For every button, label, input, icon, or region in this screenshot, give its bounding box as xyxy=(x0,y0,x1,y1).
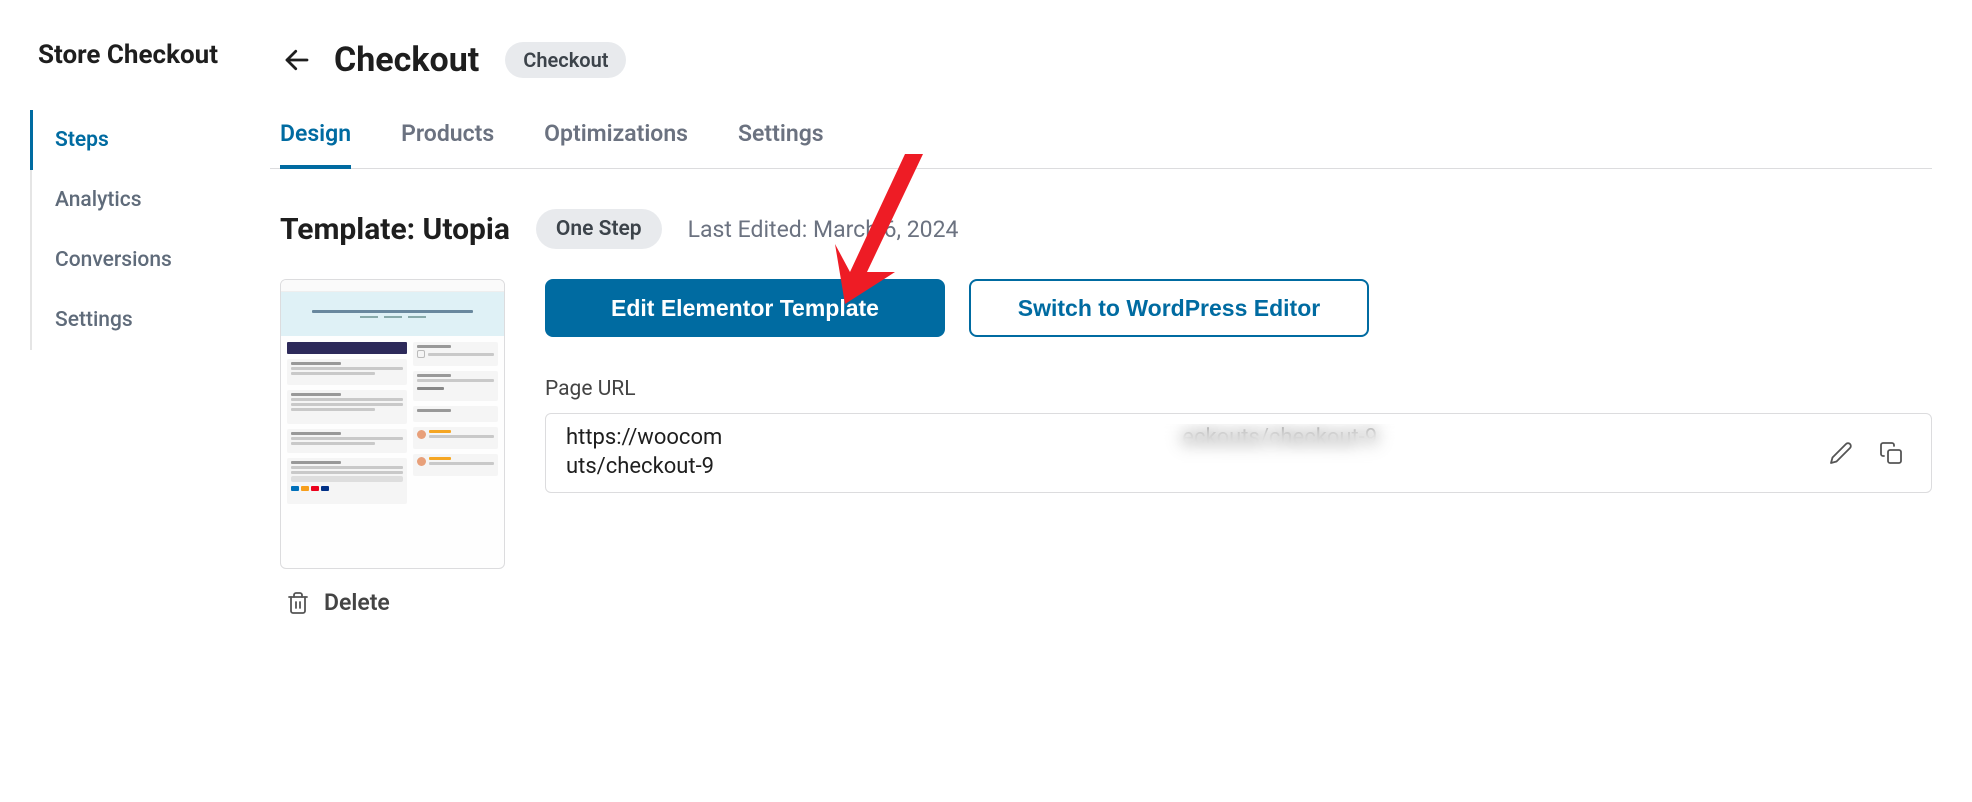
tab-design[interactable]: Design xyxy=(280,120,351,169)
template-name: Template: Utopia xyxy=(280,212,510,247)
trash-icon xyxy=(286,590,310,616)
main-content: Checkout Checkout Design Products Optimi… xyxy=(270,0,1972,802)
copy-icon xyxy=(1879,440,1903,466)
layout-pill: One Step xyxy=(536,209,662,249)
tab-settings[interactable]: Settings xyxy=(738,120,824,169)
copy-url-button[interactable] xyxy=(1871,433,1911,473)
back-button[interactable] xyxy=(280,43,314,77)
sidebar-item-analytics[interactable]: Analytics xyxy=(30,170,270,230)
sidebar-item-settings[interactable]: Settings xyxy=(30,290,270,350)
template-info-row: Template: Utopia One Step Last Edited: M… xyxy=(270,209,1932,249)
page-url-box: https://woocomeckouts/checkout-9 uts/che… xyxy=(545,413,1932,493)
page-header: Checkout Checkout xyxy=(270,40,1932,80)
step-type-badge: Checkout xyxy=(505,42,626,78)
button-row: Edit Elementor Template Switch to WordPr… xyxy=(545,279,1932,337)
page-title: Checkout xyxy=(334,40,479,80)
page-url-text: https://woocomeckouts/checkout-9 uts/che… xyxy=(566,424,1811,482)
tab-products[interactable]: Products xyxy=(401,120,494,169)
delete-label: Delete xyxy=(324,589,390,616)
sidebar-nav: Steps Analytics Conversions Settings xyxy=(30,110,270,350)
sidebar-item-steps[interactable]: Steps xyxy=(30,110,270,170)
template-thumbnail[interactable] xyxy=(280,279,505,569)
edit-url-button[interactable] xyxy=(1821,433,1861,473)
template-preview-column: Delete xyxy=(280,279,505,616)
sidebar: Store Checkout Steps Analytics Conversio… xyxy=(0,0,270,802)
page-url-label: Page URL xyxy=(545,377,1932,401)
delete-button[interactable]: Delete xyxy=(280,589,505,616)
edit-elementor-button[interactable]: Edit Elementor Template xyxy=(545,279,945,337)
pencil-icon xyxy=(1829,441,1853,465)
sidebar-title: Store Checkout xyxy=(30,40,270,70)
page-url-section: Page URL https://woocomeckouts/checkout-… xyxy=(545,377,1932,493)
tab-optimizations[interactable]: Optimizations xyxy=(544,120,688,169)
switch-wordpress-button[interactable]: Switch to WordPress Editor xyxy=(969,279,1369,337)
sidebar-item-conversions[interactable]: Conversions xyxy=(30,230,270,290)
content-grid: Delete Edit Elementor Template Switch to… xyxy=(270,279,1932,616)
url-redaction xyxy=(721,424,1761,482)
last-edited: Last Edited: March 6, 2024 xyxy=(688,216,959,243)
template-actions-column: Edit Elementor Template Switch to WordPr… xyxy=(545,279,1932,493)
arrow-left-icon xyxy=(282,45,312,75)
tabs: Design Products Optimizations Settings xyxy=(270,120,1932,169)
